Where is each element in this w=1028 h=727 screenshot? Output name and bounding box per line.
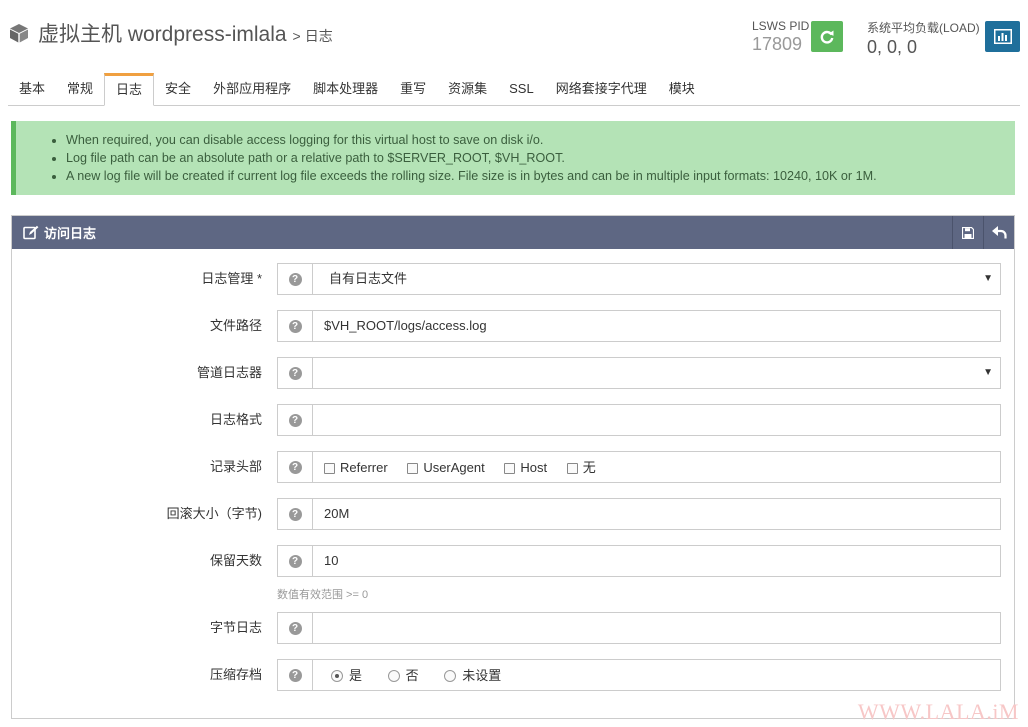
load-label: 系统平均负载(LOAD): [867, 21, 980, 35]
pid-value: 17809: [752, 34, 803, 54]
question-circle-icon: ?: [288, 507, 302, 521]
row-log-headers: 记录头部 ? Referrer UserAgent Host 无: [12, 451, 1014, 483]
watermark: WWW.LALA.iM: [857, 699, 1019, 724]
help-button[interactable]: ?: [277, 498, 313, 530]
row-bytes-log: 字节日志 ?: [12, 612, 1014, 644]
tab-context[interactable]: 资源集: [437, 73, 498, 105]
log-management-select[interactable]: 自有日志文件 ▼: [312, 263, 1001, 295]
back-button[interactable]: [983, 216, 1014, 249]
rolling-size-label: 回滚大小（字节): [166, 506, 262, 521]
question-circle-icon: ?: [288, 319, 302, 333]
tab-script-handler[interactable]: 脚本处理器: [302, 73, 389, 105]
compress-archive-label: 压缩存档: [209, 667, 262, 682]
rolling-size-input[interactable]: 20M: [312, 498, 1001, 530]
log-headers-label: 记录头部: [209, 459, 262, 474]
row-file-path: 文件路径 ? $VH_ROOT/logs/access.log: [12, 310, 1014, 342]
question-circle-icon: ?: [288, 668, 302, 682]
stats-button[interactable]: [985, 21, 1020, 52]
alert-item: When required, you can disable access lo…: [66, 131, 1015, 149]
piped-logger-label: 管道日志器: [196, 365, 262, 380]
refresh-icon: [820, 30, 834, 44]
bar-chart-icon: [993, 29, 1012, 44]
log-management-label: 日志管理 *: [201, 271, 262, 286]
access-log-panel: 访问日志 日志管理 * ? 自有日志文件 ▼ 文件路径 ? $VH_ROOT/l…: [11, 215, 1015, 719]
help-button[interactable]: ?: [277, 451, 313, 483]
question-circle-icon: ?: [288, 366, 302, 380]
question-circle-icon: ?: [288, 554, 302, 568]
row-log-management: 日志管理 * ? 自有日志文件 ▼: [12, 263, 1014, 295]
help-button[interactable]: ?: [277, 263, 313, 295]
pid-label: LSWS PID: [752, 19, 810, 33]
row-piped-logger: 管道日志器 ? ▼: [12, 357, 1014, 389]
bytes-log-input[interactable]: [312, 612, 1001, 644]
question-circle-icon: ?: [288, 272, 302, 286]
compress-no-radio[interactable]: 否: [387, 661, 419, 691]
cube-icon: [10, 24, 28, 43]
question-circle-icon: ?: [288, 621, 302, 635]
row-compress-archive: 压缩存档 ? 是 否 未设置: [12, 659, 1014, 691]
compress-unset-radio[interactable]: 未设置: [444, 661, 501, 691]
keep-days-label: 保留天数: [209, 553, 262, 568]
edit-icon: [23, 225, 39, 240]
row-rolling-size: 回滚大小（字节) ? 20M: [12, 498, 1014, 530]
log-management-value: 自有日志文件: [329, 271, 408, 286]
tab-security[interactable]: 安全: [154, 73, 202, 105]
compress-yes-radio[interactable]: 是: [331, 661, 362, 691]
panel-header: 访问日志: [12, 216, 1014, 249]
piped-logger-select[interactable]: ▼: [312, 357, 1001, 389]
log-format-label: 日志格式: [209, 412, 262, 427]
tab-log[interactable]: 日志: [104, 73, 155, 106]
log-headers-group: Referrer UserAgent Host 无: [312, 451, 1001, 483]
tab-external-app[interactable]: 外部应用程序: [202, 73, 302, 105]
load-value: 0, 0, 0: [867, 37, 918, 57]
file-path-input[interactable]: $VH_ROOT/logs/access.log: [312, 310, 1001, 342]
save-icon: [962, 226, 974, 239]
tab-modules[interactable]: 模块: [658, 73, 706, 105]
none-checkbox[interactable]: 无: [566, 453, 596, 483]
log-format-input[interactable]: [312, 404, 1001, 436]
question-circle-icon: ?: [288, 413, 302, 427]
save-button[interactable]: [952, 216, 983, 249]
chevron-down-icon: ▼: [983, 273, 993, 284]
keep-days-input[interactable]: 10: [312, 545, 1001, 577]
restart-button[interactable]: [811, 21, 843, 52]
keep-days-hint: 数值有效范围 >= 0: [277, 589, 369, 601]
help-button[interactable]: ?: [277, 659, 313, 691]
tab-rewrite[interactable]: 重写: [389, 73, 437, 105]
help-button[interactable]: ?: [277, 612, 313, 644]
tab-ssl[interactable]: SSL: [498, 73, 545, 105]
tab-basic[interactable]: 基本: [8, 73, 56, 105]
file-path-label: 文件路径: [209, 318, 262, 333]
question-circle-icon: ?: [288, 460, 302, 474]
useragent-checkbox[interactable]: UserAgent: [407, 453, 485, 483]
tab-general[interactable]: 常规: [56, 73, 104, 105]
panel-title: 访问日志: [44, 226, 97, 241]
info-alert: When required, you can disable access lo…: [11, 121, 1015, 195]
chevron-down-icon: ▼: [983, 367, 993, 378]
help-button[interactable]: ?: [277, 310, 313, 342]
bytes-log-label: 字节日志: [209, 620, 262, 635]
breadcrumb-separator: >: [292, 28, 301, 44]
help-button[interactable]: ?: [277, 545, 313, 577]
undo-icon: [991, 226, 1007, 239]
row-log-format: 日志格式 ?: [12, 404, 1014, 436]
alert-item: A new log file will be created if curren…: [66, 167, 1015, 185]
host-checkbox[interactable]: Host: [504, 453, 547, 483]
page-title: 虚拟主机 wordpress-imlala > 日志: [8, 18, 333, 48]
breadcrumb-current: 日志: [304, 28, 333, 44]
tab-bar: 基本 常规 日志 安全 外部应用程序 脚本处理器 重写 资源集 SSL 网络套接…: [8, 73, 1020, 106]
help-button[interactable]: ?: [277, 357, 313, 389]
help-button[interactable]: ?: [277, 404, 313, 436]
load-display: 系统平均负载(LOAD) 0, 0, 0: [867, 19, 980, 58]
referrer-checkbox[interactable]: Referrer: [324, 453, 388, 483]
page-header: 虚拟主机 wordpress-imlala > 日志 LSWS PID 1780…: [0, 0, 1028, 70]
tab-websocket-proxy[interactable]: 网络套接字代理: [545, 73, 658, 105]
row-keep-days: 保留天数 ? 10: [12, 545, 1014, 577]
compress-archive-group: 是 否 未设置: [312, 659, 1001, 691]
pid-display: LSWS PID 17809: [752, 19, 809, 55]
alert-item: Log file path can be an absolute path or…: [66, 149, 1015, 167]
vhost-title: 虚拟主机 wordpress-imlala: [38, 23, 287, 46]
